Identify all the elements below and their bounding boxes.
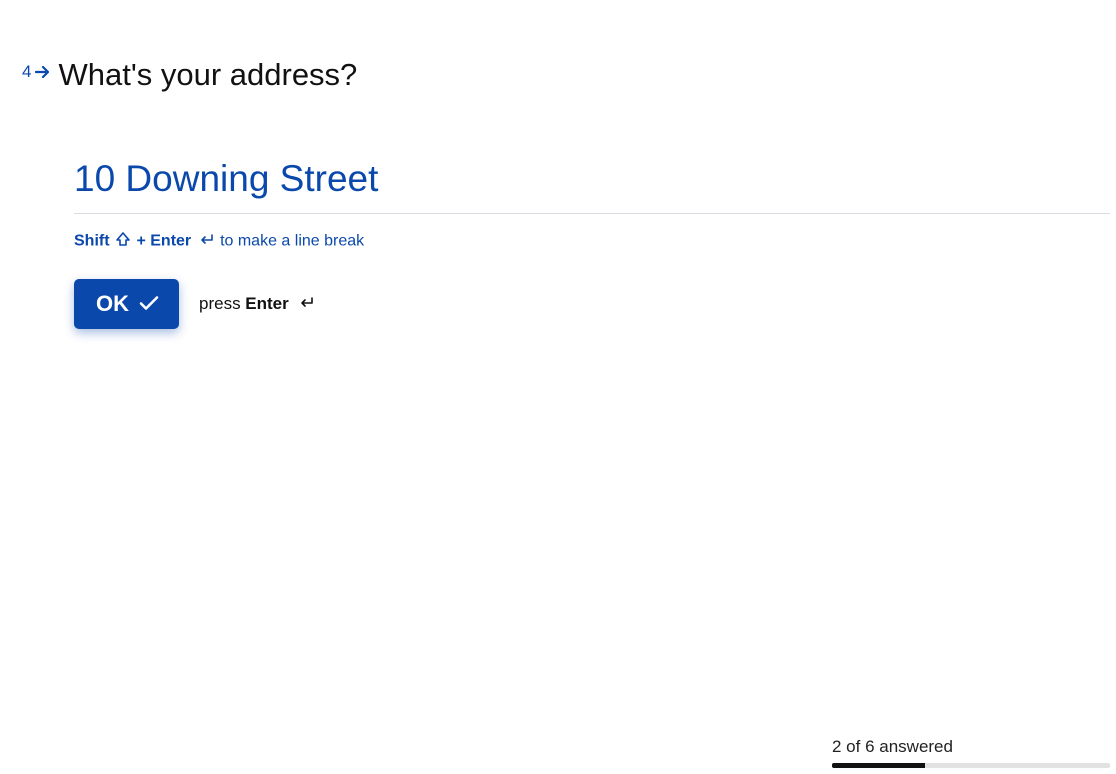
question-number: 4 [22,56,50,82]
press-prefix: press [199,294,245,313]
progress-label: 2 of 6 answered [832,737,1110,757]
question-title: What's your address? [58,56,357,95]
answer-block: 10 Downing Street Shift + Enter to make … [74,157,1110,329]
progress-fill [832,763,925,768]
check-icon [139,291,159,317]
progress-indicator: 2 of 6 answered [832,737,1110,768]
hint-tail: to make a line break [220,233,364,250]
hint-shift-label: Shift [74,233,110,250]
hint-plus: + [136,233,150,250]
address-input[interactable]: 10 Downing Street [74,157,1110,211]
press-key: Enter [245,294,288,313]
question-number-value: 4 [22,62,31,82]
input-underline [74,213,1110,214]
progress-track [832,763,1110,768]
line-break-hint: Shift + Enter to make a line break [74,232,1110,251]
enter-key-icon [298,294,314,314]
shift-icon [116,232,130,251]
question-header: 4 What's your address? [22,56,1110,95]
ok-button[interactable]: OK [74,279,179,329]
question-block: 4 What's your address? 10 Downing Street… [22,56,1110,329]
press-enter-hint: press Enter [199,294,314,315]
ok-button-label: OK [96,291,129,317]
enter-key-icon [198,233,214,251]
arrow-right-icon [35,66,50,78]
hint-enter-label: Enter [150,233,191,250]
action-row: OK press Enter [74,279,1110,329]
